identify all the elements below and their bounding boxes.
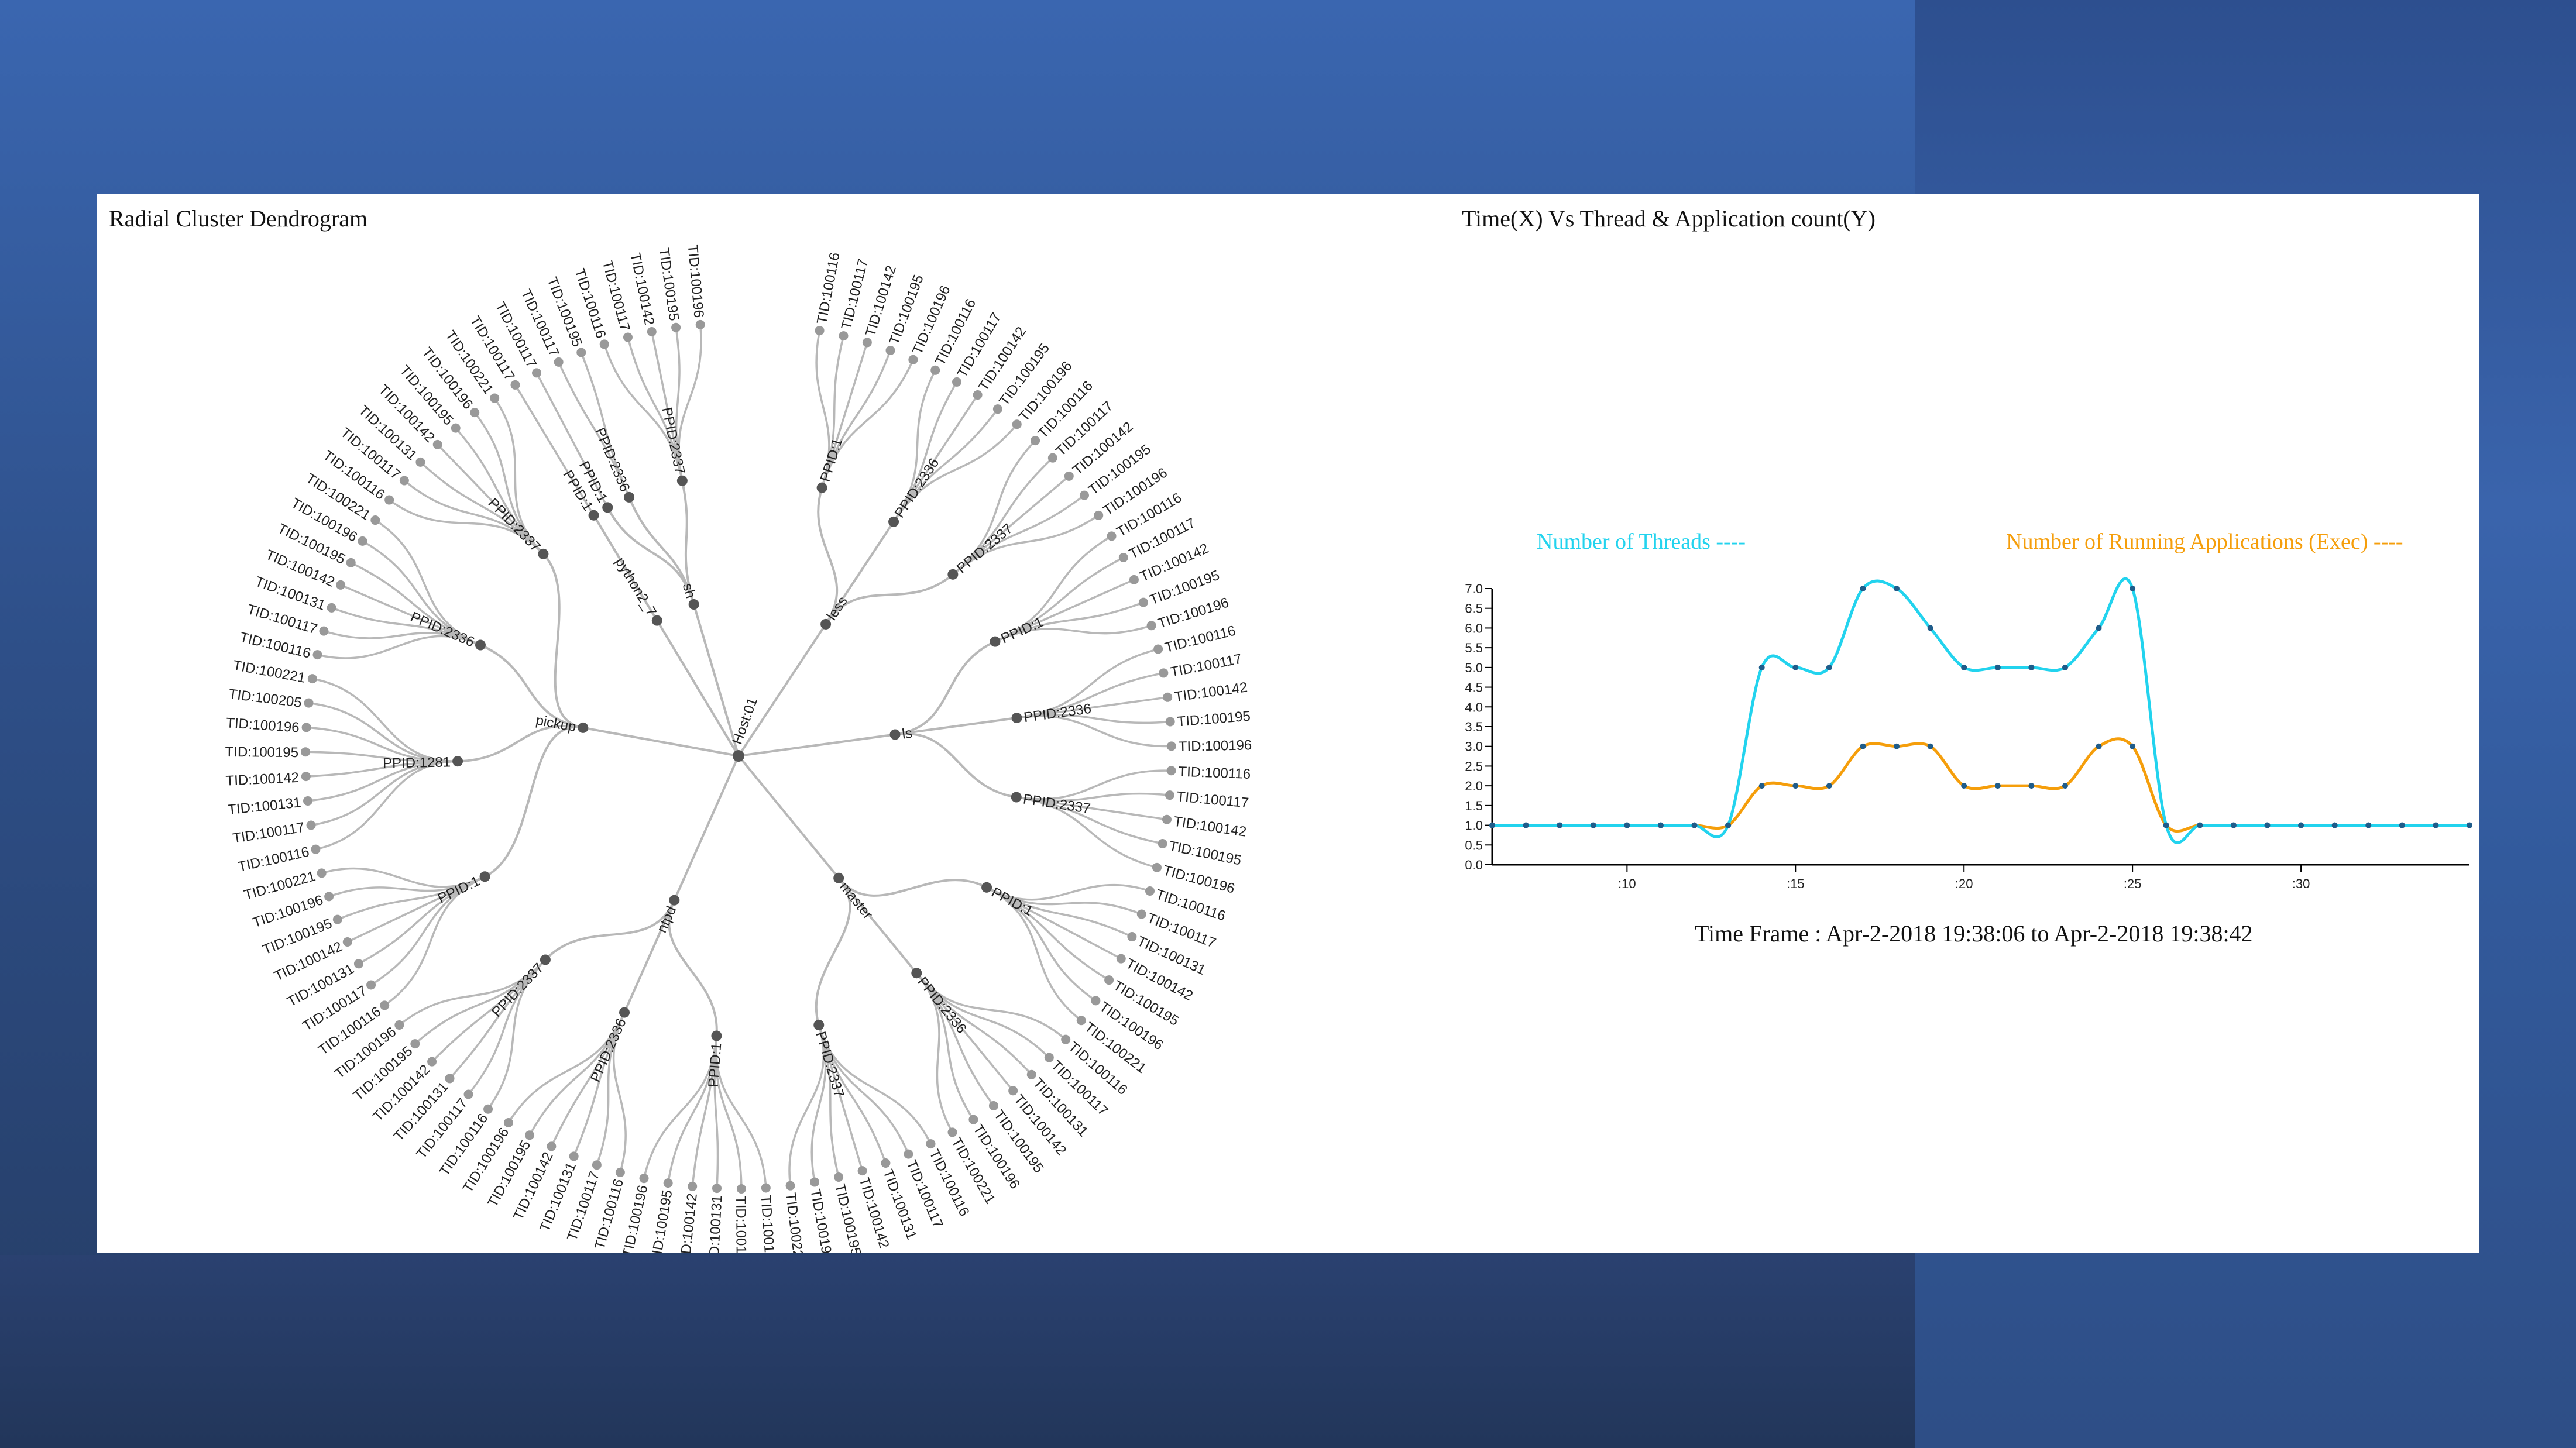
background-bottom-band bbox=[0, 1255, 1915, 1448]
chart-axes: 0.0 0.5 1.0 1.5 2.0 2.5 3.0 3.5 4.0 4.5 5.0 5.5 6.0 6… bbox=[1465, 582, 2469, 891]
threads-point bbox=[2365, 822, 2372, 828]
threads-point bbox=[1624, 822, 1630, 828]
apps-point bbox=[2096, 743, 2102, 749]
apps-point bbox=[2130, 743, 2136, 749]
apps-point bbox=[1994, 783, 2001, 789]
y-tick-label: 7.0 bbox=[1465, 582, 1483, 596]
y-tick-label: 2.5 bbox=[1465, 759, 1483, 773]
y-tick-label: 1.0 bbox=[1465, 818, 1483, 833]
apps-line bbox=[1492, 737, 2469, 833]
threads-point bbox=[1927, 625, 1933, 631]
threads-point bbox=[1691, 822, 1698, 828]
threads-point bbox=[1758, 664, 1765, 670]
x-tick-label: :15 bbox=[1787, 876, 1805, 891]
threads-point bbox=[2163, 822, 2169, 828]
thread-application-line-chart: 0.0 0.5 1.0 1.5 2.0 2.5 3.0 3.5 4.0 4.5 5.0 5.5 6.0 6… bbox=[1465, 577, 2472, 891]
y-tick-label: 3.0 bbox=[1465, 740, 1483, 754]
threads-point bbox=[2230, 822, 2237, 828]
y-tick-label: 0.0 bbox=[1465, 858, 1483, 872]
threads-point bbox=[1792, 664, 1799, 670]
threads-point bbox=[1657, 822, 1664, 828]
threads-point bbox=[2096, 625, 2102, 631]
time-frame-caption: Time Frame : Apr-2-2018 19:38:06 to Apr-… bbox=[1695, 920, 2253, 947]
apps-point bbox=[2062, 783, 2068, 789]
x-tick-label: :10 bbox=[1618, 876, 1636, 891]
y-tick-label: 5.0 bbox=[1465, 661, 1483, 675]
y-tick-label: 3.5 bbox=[1465, 720, 1483, 734]
threads-point bbox=[1961, 664, 1967, 670]
apps-point bbox=[1826, 783, 1832, 789]
threads-point bbox=[2298, 822, 2304, 828]
y-tick-label: 4.5 bbox=[1465, 680, 1483, 695]
threads-point bbox=[1894, 586, 1900, 591]
y-tick-label: 4.0 bbox=[1465, 700, 1483, 714]
threads-point bbox=[2467, 822, 2472, 828]
y-tick-label: 2.0 bbox=[1465, 779, 1483, 793]
threads-point bbox=[2130, 586, 2136, 591]
threads-point bbox=[1994, 664, 2001, 670]
y-tick-label: 1.5 bbox=[1465, 799, 1483, 813]
series-apps bbox=[1489, 737, 2472, 833]
threads-point bbox=[1557, 822, 1563, 828]
y-tick-label: 6.0 bbox=[1465, 621, 1483, 635]
y-tick-label: 0.5 bbox=[1465, 838, 1483, 852]
threads-point bbox=[1860, 586, 1866, 591]
y-tick-label: 5.5 bbox=[1465, 641, 1483, 655]
x-tick-label: :25 bbox=[2124, 876, 2142, 891]
apps-point bbox=[2028, 783, 2035, 789]
threads-point bbox=[2331, 822, 2338, 828]
threads-point bbox=[1489, 822, 1495, 828]
threads-point bbox=[2264, 822, 2271, 828]
threads-point bbox=[1826, 664, 1832, 670]
apps-point bbox=[1860, 743, 1866, 749]
threads-point bbox=[1523, 822, 1529, 828]
threads-point bbox=[1590, 822, 1596, 828]
apps-point bbox=[1961, 783, 1967, 789]
threads-point bbox=[2028, 664, 2035, 670]
legend-threads: Number of Threads ---- bbox=[1537, 529, 1746, 554]
visualization-panel: Radial Cluster Dendrogram Time(X) Vs Thr… bbox=[97, 194, 2479, 1253]
x-tick-label: :20 bbox=[1955, 876, 1973, 891]
threads-point bbox=[1725, 822, 1732, 828]
legend-apps: Number of Running Applications (Exec) --… bbox=[2006, 529, 2403, 554]
threads-point bbox=[2062, 664, 2068, 670]
y-tick-label: 6.5 bbox=[1465, 601, 1483, 616]
threads-line bbox=[1492, 577, 2469, 844]
apps-point bbox=[1927, 743, 1933, 749]
threads-point bbox=[2399, 822, 2405, 828]
series-threads bbox=[1489, 577, 2472, 844]
x-tick-label: :30 bbox=[2292, 876, 2310, 891]
apps-point bbox=[1894, 743, 1900, 749]
threads-point bbox=[2433, 822, 2439, 828]
apps-point bbox=[1792, 783, 1799, 789]
apps-point bbox=[1758, 783, 1765, 789]
threads-point bbox=[2197, 822, 2203, 828]
